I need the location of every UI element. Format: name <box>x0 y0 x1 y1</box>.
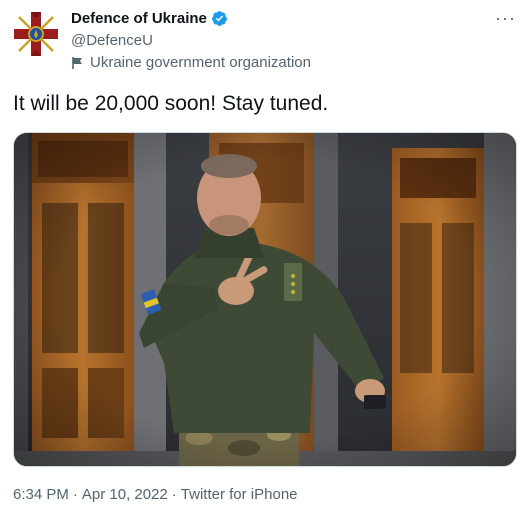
meta-separator: · <box>171 486 177 503</box>
tweet-metadata: 6:34 PM · Apr 10, 2022 · Twitter for iPh… <box>13 486 298 503</box>
photo-image <box>14 133 516 466</box>
affiliation-text: Ukraine government organization <box>90 54 311 71</box>
more-options-button[interactable]: ··· <box>495 8 516 29</box>
tweet-time[interactable]: 6:34 PM <box>13 486 69 503</box>
tweet-date[interactable]: Apr 10, 2022 <box>82 486 168 503</box>
affiliation-label[interactable]: Ukraine government organization <box>71 54 311 71</box>
ministry-of-defence-emblem-icon <box>14 12 58 56</box>
account-handle[interactable]: @DefenceU <box>71 32 153 49</box>
flag-icon <box>72 56 82 69</box>
account-name-row[interactable]: Defence of Ukraine <box>71 10 228 27</box>
tweet-photo[interactable] <box>13 132 517 467</box>
account-avatar[interactable] <box>13 11 59 57</box>
tweet-source[interactable]: Twitter for iPhone <box>181 486 298 503</box>
meta-separator: · <box>72 486 78 503</box>
tweet-text: It will be 20,000 soon! Stay tuned. <box>13 92 329 115</box>
account-name[interactable]: Defence of Ukraine <box>71 10 207 27</box>
verified-badge-icon <box>211 11 227 26</box>
